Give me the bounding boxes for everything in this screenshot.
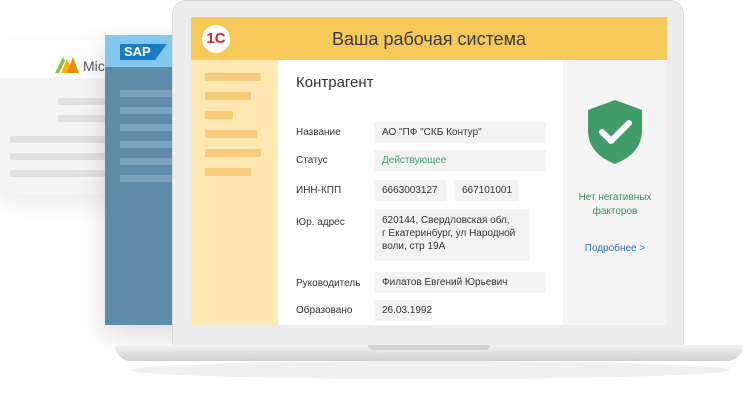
placeholder-line xyxy=(10,136,108,143)
microsoft-logo-icon xyxy=(55,57,79,73)
shield-check-icon xyxy=(588,100,642,164)
field-value-kpp: 667101001 xyxy=(454,180,518,201)
field-value-inn: 6663003127 xyxy=(374,180,446,201)
sidebar xyxy=(191,60,278,325)
more-details-link[interactable]: Подробнее > xyxy=(563,243,667,254)
placeholder-line xyxy=(10,170,108,177)
app-header: 1С Ваша рабочая система xyxy=(191,17,667,60)
field-value-director: Филатов Евгений Юрьевич xyxy=(374,272,546,293)
field-label-name: Название xyxy=(296,127,341,138)
laptop-shadow xyxy=(130,361,730,379)
card-title: Контрагент xyxy=(296,74,374,91)
placeholder-line xyxy=(58,115,108,122)
placeholder-line xyxy=(58,98,108,105)
no-negative-factors-text: Нет негативных факторов xyxy=(578,192,652,217)
status-panel: Нет негативных факторов Подробнее > xyxy=(563,60,667,325)
field-value-status: Действующее xyxy=(374,150,546,171)
sidebar-item[interactable] xyxy=(205,168,251,176)
placeholder-line xyxy=(120,90,175,97)
field-value-address: 620144, Свердловская обл, г Екатеринбург… xyxy=(374,209,530,261)
counterparty-card: Контрагент Название АО "ПФ "СКБ Контур" … xyxy=(278,60,563,325)
field-label-address: Юр. адрес xyxy=(296,217,345,228)
field-label-director: Руководитель xyxy=(296,278,361,289)
field-label-inn-kpp: ИНН-КПП xyxy=(296,185,342,196)
placeholder-line xyxy=(10,153,108,160)
field-label-founded: Образовано xyxy=(296,305,353,316)
laptop-screen: 1С Ваша рабочая система Контрагент Назва… xyxy=(191,17,667,325)
placeholder-line xyxy=(120,124,175,131)
placeholder-line xyxy=(120,158,175,165)
placeholder-line xyxy=(120,175,175,182)
sidebar-item[interactable] xyxy=(205,73,261,81)
sidebar-item[interactable] xyxy=(205,130,257,138)
sidebar-item[interactable] xyxy=(205,92,251,100)
field-label-status: Статус xyxy=(296,155,328,166)
placeholder-line xyxy=(120,141,175,148)
placeholder-line xyxy=(120,107,175,114)
microsoft-label: Mic xyxy=(83,58,105,74)
sidebar-item[interactable] xyxy=(205,149,261,157)
laptop-notch xyxy=(368,345,490,350)
sidebar-item[interactable] xyxy=(205,111,233,119)
app-title: Ваша рабочая система xyxy=(331,29,527,49)
field-value-founded: 26.03.1992 xyxy=(374,300,432,321)
field-value-name: АО "ПФ "СКБ Контур" xyxy=(374,122,546,143)
